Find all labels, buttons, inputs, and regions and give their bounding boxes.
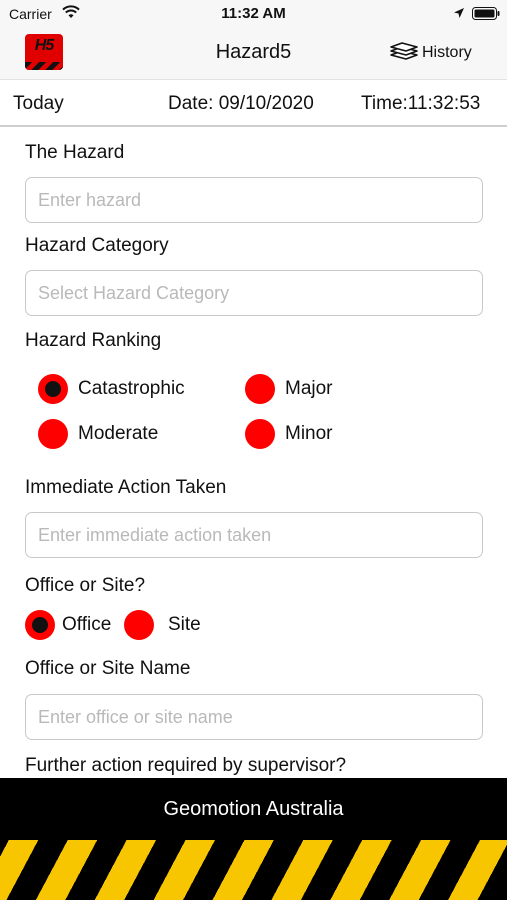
status-bar: Carrier 11:32 AM [0, 0, 507, 28]
ranking-radio-major[interactable]: Major [245, 374, 333, 404]
ranking-radio-minor[interactable]: Minor [245, 419, 333, 449]
clock: 11:32 AM [221, 5, 286, 22]
immediate-action-input[interactable] [25, 512, 483, 558]
radio-selected-icon [25, 610, 55, 640]
time-label: Time:11:32:53 [361, 93, 481, 114]
date-row: Today Date: 09/10/2020 Time:11:32:53 [0, 80, 507, 127]
ranking-radio-catastrophic[interactable]: Catastrophic [38, 374, 185, 404]
site-name-label: Office or Site Name [25, 658, 191, 679]
hazard-label: The Hazard [25, 142, 125, 163]
nav-bar: H5 Hazard5 History [0, 28, 507, 80]
hazard-ranking-label: Hazard Ranking [25, 330, 162, 351]
radio-unselected-icon [38, 419, 68, 449]
hazard-category-select[interactable] [25, 270, 483, 316]
location-icon [454, 8, 464, 18]
further-action-label: Further action required by supervisor? [25, 755, 347, 776]
ranking-option-label: Major [285, 378, 333, 399]
footer-banner: Geomotion Australia [0, 778, 507, 900]
history-icon [390, 42, 418, 60]
ranking-radio-moderate[interactable]: Moderate [38, 419, 158, 449]
radio-selected-icon [38, 374, 68, 404]
hazard-category-label: Hazard Category [25, 235, 169, 256]
radio-unselected-icon [245, 374, 275, 404]
footer-brand: Geomotion Australia [163, 798, 344, 820]
ranking-option-label: Minor [285, 423, 333, 444]
site-name-input[interactable] [25, 694, 483, 740]
site-option-label: Site [168, 614, 201, 635]
today-label: Today [13, 93, 64, 114]
ranking-option-label: Moderate [78, 423, 159, 444]
hazard-input[interactable] [25, 177, 483, 223]
site-radio[interactable]: Site [124, 610, 201, 640]
date-label: Date: 09/10/2020 [168, 93, 314, 114]
radio-unselected-icon [124, 610, 154, 640]
history-button[interactable]: History [388, 40, 472, 66]
office-option-label: Office [62, 614, 112, 635]
radio-unselected-icon [245, 419, 275, 449]
battery-icon [472, 7, 500, 20]
immediate-action-label: Immediate Action Taken [25, 477, 227, 498]
hazard-stripes [0, 840, 507, 900]
office-radio[interactable]: Office [25, 610, 111, 640]
history-label: History [422, 44, 472, 61]
office-or-site-label: Office or Site? [25, 575, 146, 596]
ranking-option-label: Catastrophic [78, 378, 185, 399]
